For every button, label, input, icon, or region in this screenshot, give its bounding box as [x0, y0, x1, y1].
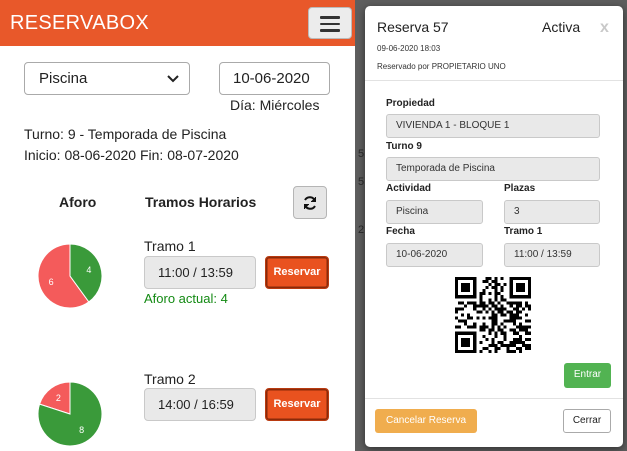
pie-label-free: 6: [49, 277, 54, 287]
date-input-value: 10-06-2020: [233, 70, 310, 87]
activity-select[interactable]: Piscina: [24, 62, 190, 95]
reservation-modal: Reserva 57 Activa x 09-06-2020 18:03 Res…: [365, 6, 623, 447]
refresh-icon: [304, 196, 316, 210]
tramos-header: Tramos Horarios: [145, 194, 257, 210]
tramo-2-label: Tramo 2: [144, 371, 196, 387]
aforo-header: Aforo: [59, 194, 97, 210]
pie-label-free: 2: [56, 393, 61, 403]
background-row: 5: [358, 176, 365, 188]
turno-dates: Inicio: 08-06-2020 Fin: 08-07-2020: [24, 147, 239, 163]
turno-field: Temporada de Piscina: [386, 157, 600, 181]
aforo-actual: Aforo actual: 4: [144, 291, 228, 306]
background-row: 2: [358, 224, 365, 236]
turno-info: Turno: 9 - Temporada de Piscina: [24, 126, 227, 142]
pie-label-occupied: 4: [86, 265, 91, 275]
status-badge: Activa: [542, 19, 581, 35]
activity-select-value: Piscina: [39, 70, 88, 87]
actividad-label: Actividad: [386, 183, 432, 194]
modal-divider: [365, 80, 623, 81]
hamburger-icon: [320, 22, 340, 25]
date-input[interactable]: 10-06-2020: [219, 62, 330, 95]
fecha-field: 10-06-2020: [386, 243, 483, 267]
cancel-reservation-button[interactable]: Cancelar Reserva: [375, 409, 477, 433]
reservar-tramo-1-button[interactable]: Reservar: [265, 256, 329, 289]
aforo-pie-tramo-1: 6 4: [37, 243, 103, 309]
modal-datetime: 09-06-2020 18:03: [377, 44, 441, 53]
tramo-1-time: 11:00 / 13:59: [144, 256, 256, 289]
propiedad-label: Propiedad: [386, 98, 435, 109]
turno-label: Turno 9: [386, 141, 422, 152]
tramo-field: 11:00 / 13:59: [504, 243, 600, 267]
plazas-label: Plazas: [504, 183, 536, 194]
pie-label-occupied: 8: [79, 425, 84, 435]
aforo-pie-tramo-2: 2 8: [37, 381, 103, 447]
tramo-1-label: Tramo 1: [144, 238, 196, 254]
entrar-button[interactable]: Entrar: [564, 363, 611, 388]
day-label: Día: Miércoles: [230, 97, 320, 113]
app-title[interactable]: RESERVABOX: [10, 12, 149, 35]
background-row: 5: [358, 148, 365, 160]
actividad-field: Piscina: [386, 200, 483, 224]
hamburger-icon: [320, 29, 340, 32]
refresh-button[interactable]: [293, 186, 327, 219]
fecha-label: Fecha: [386, 226, 415, 237]
plazas-field: 3: [504, 200, 600, 224]
modal-reserved-by: Reservado por PROPIETARIO UNO: [377, 62, 506, 71]
tramo-label: Tramo 1: [504, 226, 543, 237]
hamburger-icon: [320, 16, 340, 19]
close-button[interactable]: Cerrar: [563, 409, 611, 433]
chevron-down-icon: [167, 75, 179, 83]
modal-footer-divider: [365, 398, 623, 399]
close-icon[interactable]: x: [600, 19, 609, 37]
tramo-2-time: 14:00 / 16:59: [144, 388, 256, 421]
menu-button[interactable]: [308, 7, 352, 39]
qr-code-icon: [455, 277, 531, 353]
propiedad-field: VIVIENDA 1 - BLOQUE 1: [386, 114, 600, 138]
reservar-tramo-2-button[interactable]: Reservar: [265, 388, 329, 421]
modal-title: Reserva 57: [377, 19, 449, 35]
